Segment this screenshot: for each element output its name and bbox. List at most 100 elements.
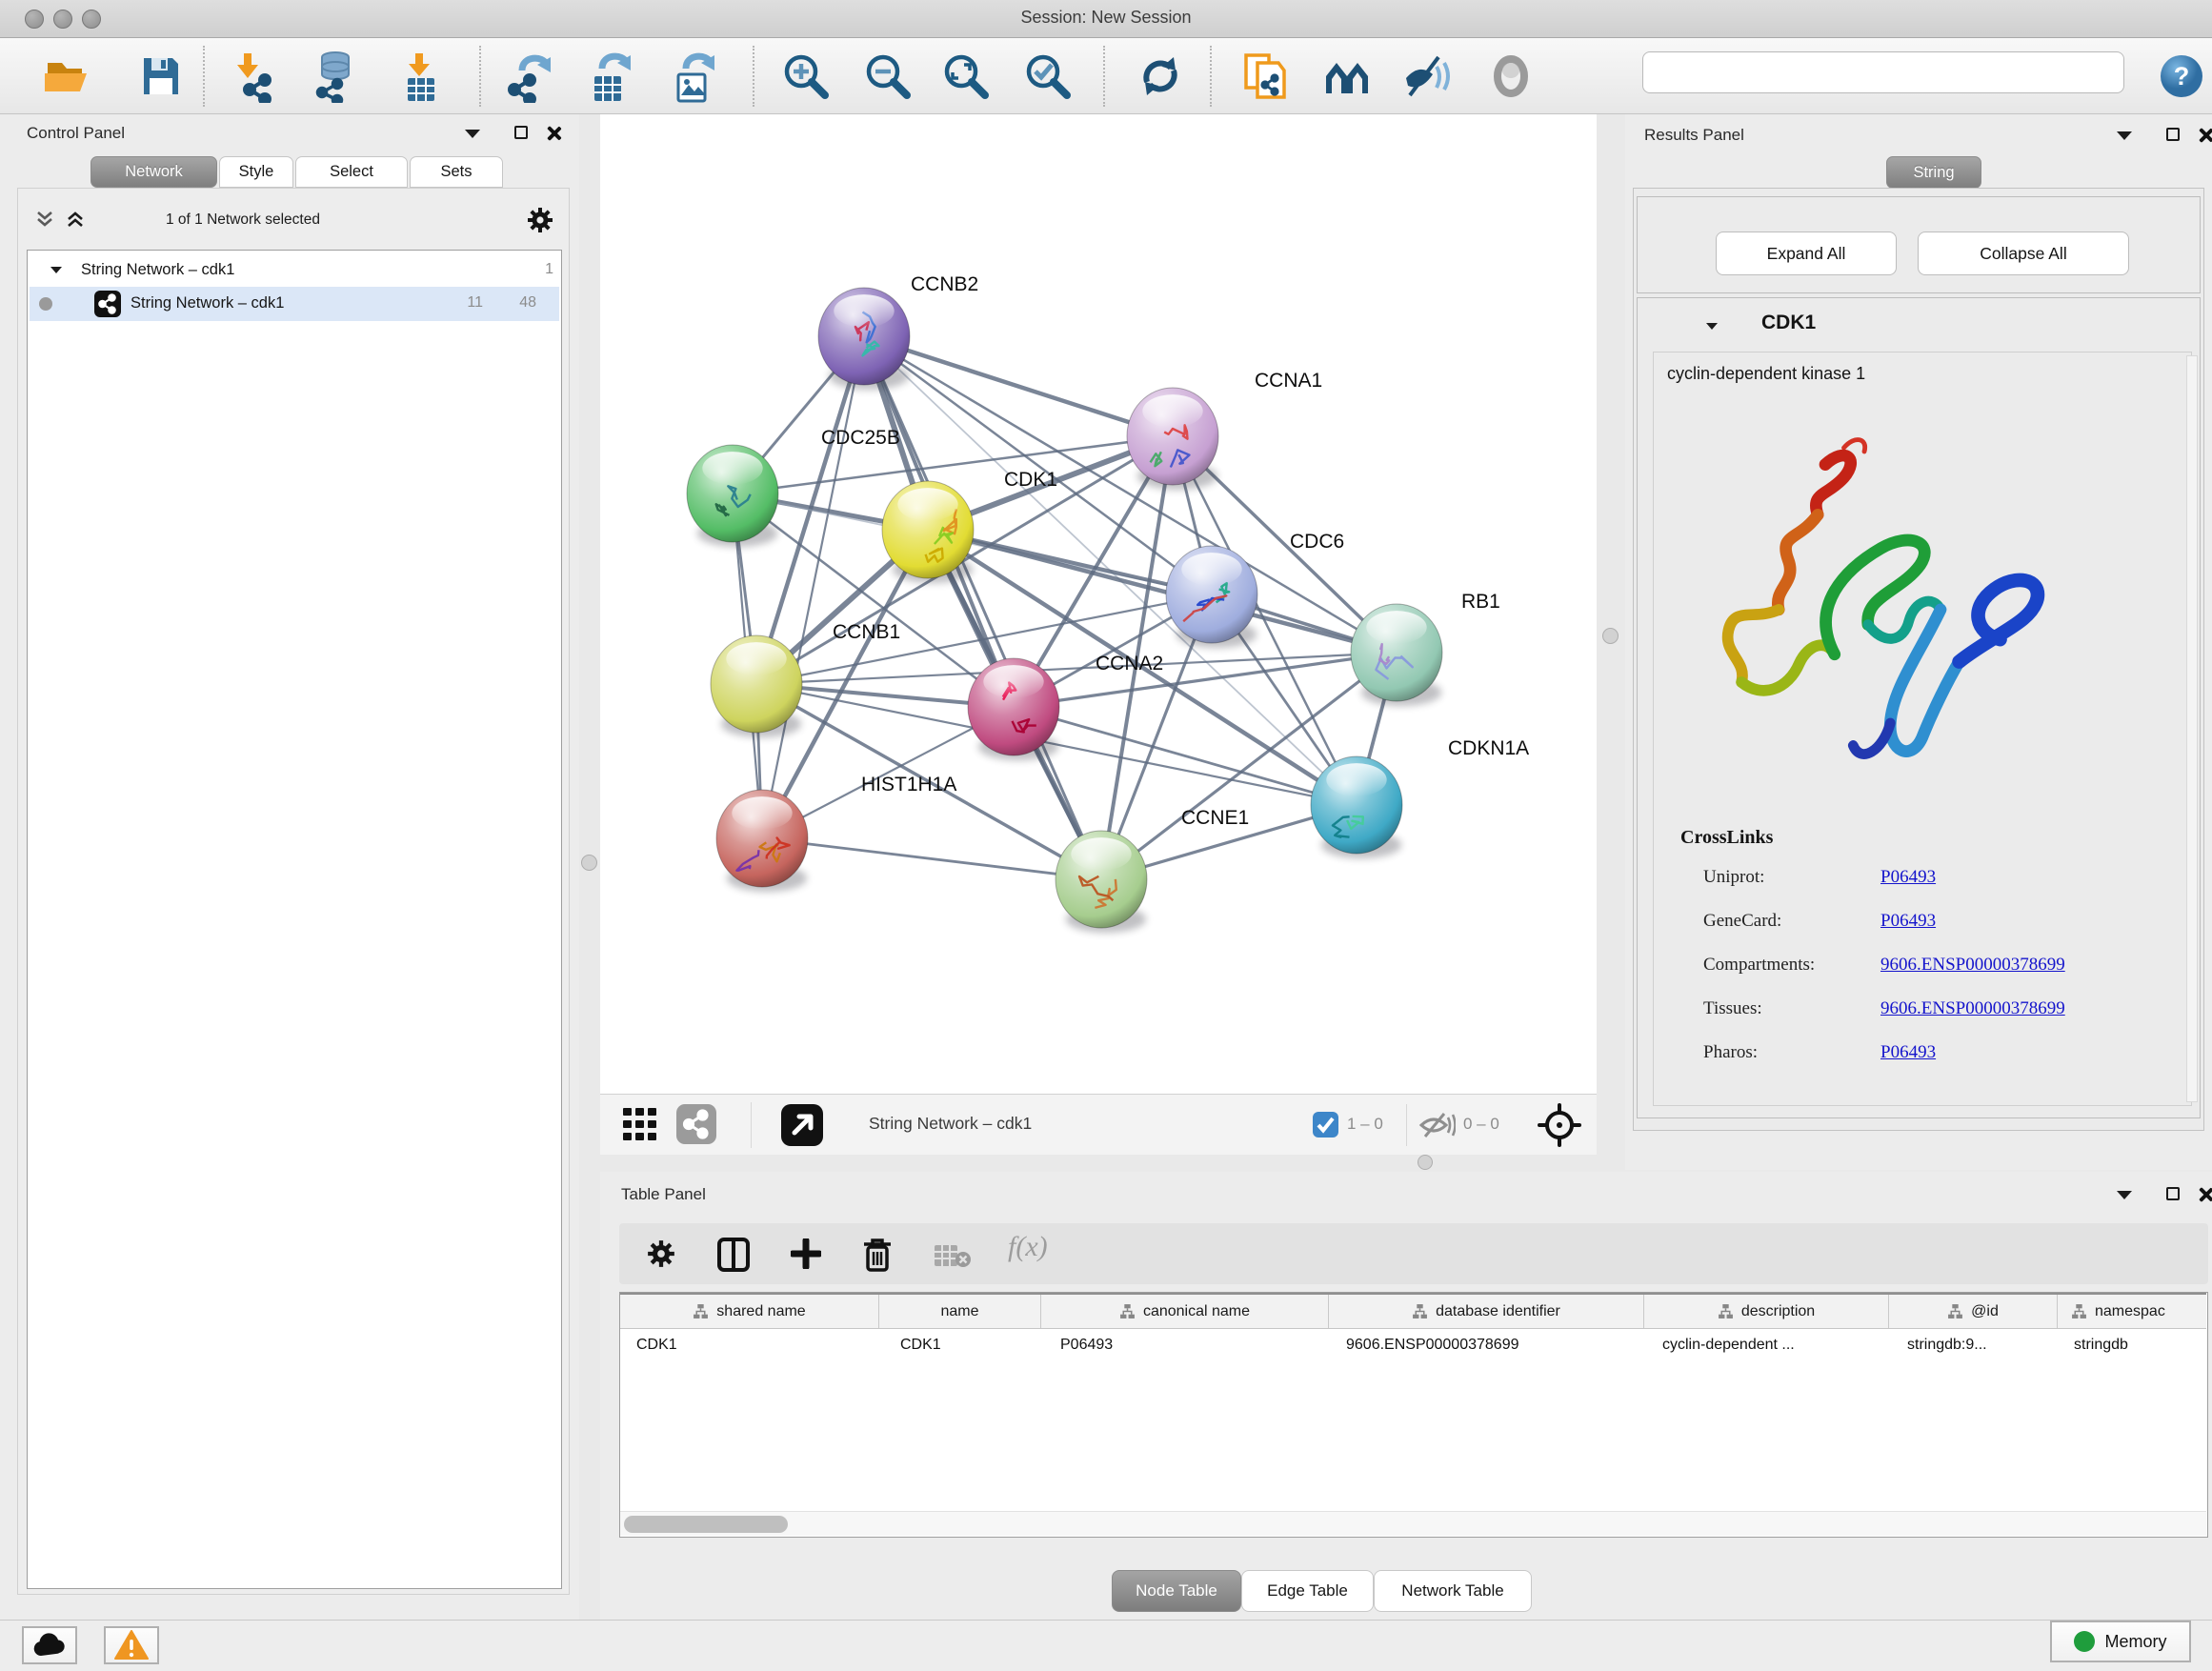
show-all-icon[interactable] [1484, 50, 1538, 103]
delete-column-icon[interactable] [861, 1237, 894, 1273]
export-image-icon[interactable] [667, 50, 720, 103]
crosslink-label: Compartments: [1703, 955, 1815, 976]
crosslink-link[interactable]: 9606.ENSP00000378699 [1880, 998, 2065, 1019]
collection-row[interactable]: String Network – cdk1 1 [30, 254, 559, 287]
crosslink-label: Tissues: [1703, 998, 1762, 1019]
column-header-shared-name[interactable]: shared name [620, 1295, 879, 1328]
edge-CCNA1-CDC25B[interactable] [733, 436, 1173, 493]
close-panel-icon[interactable] [2197, 1186, 2212, 1203]
collapse-all-icon[interactable] [34, 210, 55, 229]
edge-CCNB2-CCNA1[interactable] [864, 336, 1173, 436]
float-panel-icon[interactable] [2166, 128, 2180, 141]
tab-edge-table[interactable]: Edge Table [1241, 1570, 1374, 1612]
zoom-selected-icon[interactable] [1021, 50, 1075, 103]
zoom-out-icon[interactable] [861, 50, 915, 103]
memory-button[interactable]: Memory [2050, 1621, 2191, 1662]
zoom-in-icon[interactable] [779, 50, 833, 103]
crosslink-link[interactable]: P06493 [1880, 911, 1936, 932]
float-panel-icon[interactable] [2166, 1187, 2180, 1200]
panel-menu-icon[interactable] [465, 130, 480, 138]
gear-icon[interactable] [646, 1238, 676, 1269]
show-columns-icon[interactable] [716, 1237, 751, 1273]
tab-network[interactable]: Network [90, 156, 217, 188]
edge-CCNB2-CCNE1[interactable] [864, 336, 1101, 879]
column-header-name[interactable]: name [879, 1295, 1041, 1328]
node-highlight [1326, 763, 1386, 796]
node-label-CCNE1: CCNE1 [1181, 807, 1249, 829]
open-in-new-window-icon[interactable] [781, 1104, 823, 1146]
scrollbar-thumb[interactable] [624, 1516, 788, 1533]
crosslink-link[interactable]: P06493 [1880, 867, 1936, 888]
open-session-icon[interactable] [40, 50, 93, 103]
tab-network-table[interactable]: Network Table [1374, 1570, 1532, 1612]
zoom-fit-icon[interactable] [939, 50, 993, 103]
network-row[interactable]: String Network – cdk1 11 48 [30, 287, 559, 321]
save-session-icon[interactable] [133, 50, 187, 103]
results-scrollbar[interactable] [2186, 355, 2198, 1102]
warning-button[interactable] [104, 1626, 159, 1664]
expand-all-icon[interactable] [65, 210, 86, 229]
splitter-handle[interactable] [581, 855, 597, 871]
network-share-icon[interactable] [676, 1104, 716, 1144]
import-network-database-icon[interactable] [307, 50, 360, 103]
column-header-description[interactable]: description [1644, 1295, 1889, 1328]
first-neighbors-icon[interactable] [1322, 50, 1376, 103]
tab-node-table[interactable]: Node Table [1112, 1570, 1241, 1612]
table-row[interactable]: CDK1 CDK1 P06493 9606.ENSP00000378699 cy… [620, 1329, 2206, 1363]
mapped-column-icon [1412, 1303, 1428, 1319]
column-header-id[interactable]: @id [1889, 1295, 2058, 1328]
tab-sets[interactable]: Sets [410, 156, 503, 188]
float-panel-icon[interactable] [514, 126, 528, 139]
panel-menu-icon[interactable] [2117, 1191, 2132, 1199]
export-network-icon[interactable] [503, 50, 556, 103]
splitter-handle[interactable] [1418, 1155, 1433, 1170]
crosslink-label: Pharos: [1703, 1042, 1758, 1063]
expand-all-button[interactable]: Expand All [1716, 232, 1897, 275]
node-highlight [897, 488, 957, 521]
help-icon[interactable]: ? [2159, 53, 2204, 99]
close-panel-icon[interactable] [545, 125, 562, 142]
gear-icon[interactable] [526, 206, 554, 234]
toolbar-separator [753, 46, 754, 107]
fit-content-crosshair-icon[interactable] [1538, 1103, 1581, 1147]
search-input[interactable] [1642, 51, 2124, 93]
function-builder-icon-disabled: f(x) [1008, 1231, 1048, 1263]
create-column-icon[interactable] [791, 1238, 821, 1269]
collapse-all-button[interactable]: Collapse All [1918, 232, 2129, 275]
splitter-right[interactable] [1597, 114, 1625, 1155]
column-header-namespace[interactable]: namespac [2058, 1295, 2206, 1328]
edge-HIST1H1A-CCNE1[interactable] [762, 838, 1101, 879]
tab-string[interactable]: String [1886, 156, 1981, 189]
edge-CCNB2-HIST1H1A[interactable] [762, 336, 864, 838]
tab-style[interactable]: Style [219, 156, 293, 188]
hide-selected-icon[interactable] [1400, 50, 1454, 103]
collection-expand-icon[interactable] [50, 267, 62, 273]
panel-menu-icon[interactable] [2117, 131, 2132, 140]
import-table-file-icon[interactable] [394, 50, 448, 103]
delete-table-icon-disabled [934, 1244, 972, 1269]
table-hscrollbar[interactable] [620, 1511, 2206, 1536]
cloud-button[interactable] [22, 1626, 77, 1664]
import-network-file-icon[interactable] [227, 50, 280, 103]
close-panel-icon[interactable] [2197, 127, 2212, 144]
column-header-database-identifier[interactable]: database identifier [1329, 1295, 1644, 1328]
clone-network-icon[interactable] [1238, 50, 1292, 103]
network-canvas[interactable]: CCNB2CCNA1CDC25BCDK1CDC6RB1CCNB1CCNA2CDK… [600, 114, 1597, 1094]
tab-select[interactable]: Select [295, 156, 408, 188]
selected-checkbox-icon[interactable] [1313, 1112, 1338, 1137]
splitter-left[interactable] [579, 114, 600, 1620]
crosslink-link[interactable]: P06493 [1880, 1042, 1936, 1063]
apply-layout-icon[interactable] [1134, 50, 1187, 103]
crosslink-link[interactable]: 9606.ENSP00000378699 [1880, 955, 2065, 976]
splitter-handle[interactable] [1602, 628, 1619, 644]
hidden-eye-slash-icon[interactable] [1418, 1112, 1456, 1138]
node-label-CDC6: CDC6 [1290, 531, 1344, 553]
column-header-canonical-name[interactable]: canonical name [1041, 1295, 1329, 1328]
export-table-icon[interactable] [583, 50, 636, 103]
network-graph[interactable]: CCNB2CCNA1CDC25BCDK1CDC6RB1CCNB1CCNA2CDK… [600, 114, 1597, 1094]
table-header-row: shared name name canonical name database… [620, 1293, 2206, 1329]
node-label-CDC25B: CDC25B [821, 427, 900, 449]
birds-eye-icon[interactable] [623, 1108, 659, 1142]
entry-collapse-icon[interactable] [1706, 323, 1718, 330]
toolbar-separator [1210, 46, 1212, 107]
